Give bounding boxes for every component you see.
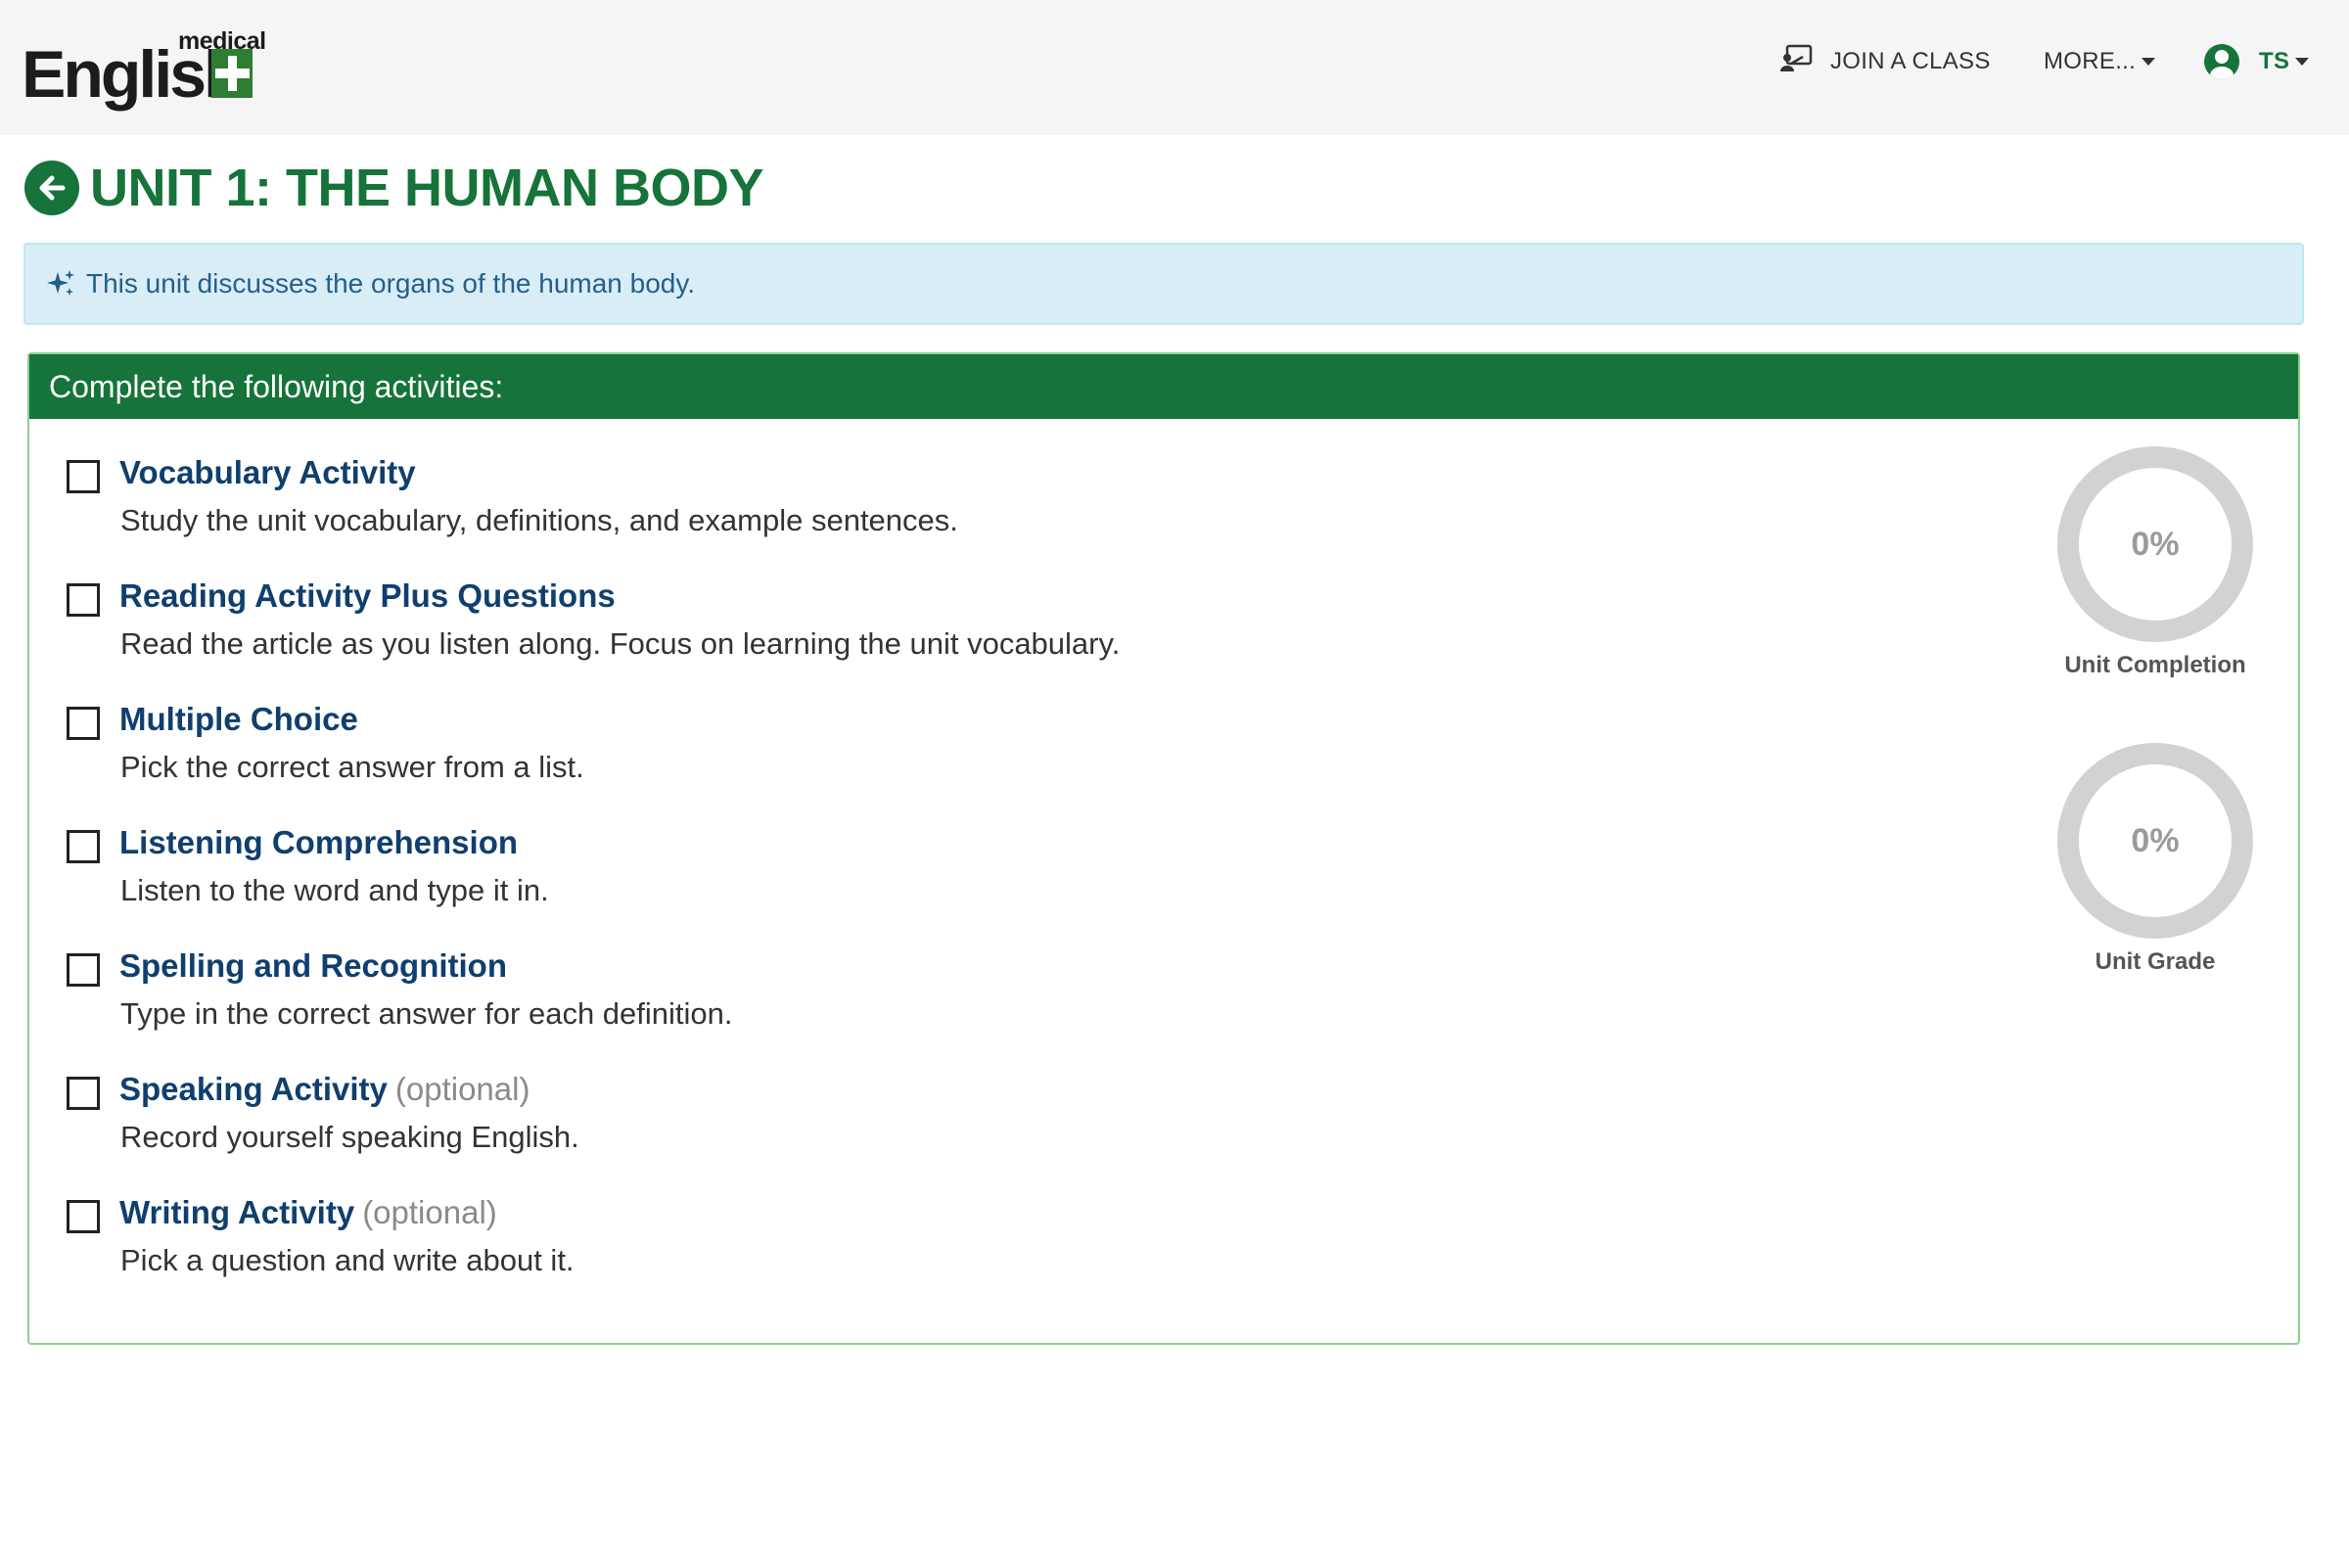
activity-description: Read the article as you listen along. Fo…: [120, 626, 1121, 661]
arrow-left-icon: [39, 175, 66, 201]
activity-checkbox[interactable]: [67, 1077, 100, 1110]
activities-panel-heading: Complete the following activities:: [29, 354, 2298, 419]
activity-description: Listen to the word and type it in.: [120, 873, 549, 907]
activity-link-spelling[interactable]: Spelling and Recognition: [119, 947, 515, 985]
activity-link-listening[interactable]: Listening Comprehension: [119, 824, 526, 861]
caret-down-icon: [2142, 58, 2156, 66]
user-menu[interactable]: TS: [2204, 39, 2310, 84]
join-class-label: JOIN A CLASS: [1830, 48, 1991, 74]
activity-item-spelling: Spelling and Recognition Type in the cor…: [67, 947, 1633, 1055]
user-circle-icon: [2204, 44, 2239, 79]
page-title: UNIT 1: THE HUMAN BODY: [90, 159, 764, 217]
unit-grade-label: Unit Grade: [2095, 948, 2216, 975]
activity-link-reading[interactable]: Reading Activity Plus Questions: [119, 577, 623, 615]
activity-link-vocabulary[interactable]: Vocabulary Activity: [119, 454, 424, 491]
chalkboard-teacher-icon: [1779, 44, 1813, 80]
more-dropdown[interactable]: MORE...: [2044, 39, 2156, 84]
activity-checkbox[interactable]: [67, 460, 100, 493]
gauge-ring: 0%: [2057, 743, 2253, 939]
unit-completion-value: 0%: [2131, 525, 2180, 563]
gauge-ring: 0%: [2057, 446, 2253, 642]
activity-description: Type in the correct answer for each defi…: [120, 996, 733, 1031]
medical-plus-icon: [211, 49, 253, 98]
activity-link-multiple-choice[interactable]: Multiple Choice: [119, 701, 366, 738]
activity-item-multiple-choice: Multiple Choice Pick the correct answer …: [67, 701, 1633, 808]
more-label: MORE...: [2044, 48, 2137, 74]
activities-panel: Complete the following activities: Vocab…: [27, 352, 2300, 1345]
activity-description: Pick a question and write about it.: [120, 1243, 575, 1277]
activity-checkbox[interactable]: [67, 583, 100, 617]
activity-description: Study the unit vocabulary, definitions, …: [120, 503, 958, 537]
activity-link-speaking[interactable]: Speaking Activity (optional): [119, 1071, 530, 1108]
activity-description: Pick the correct answer from a list.: [120, 750, 584, 784]
top-navbar: medical English JOIN A CLASS MORE... TS: [0, 0, 2349, 135]
join-class-link[interactable]: JOIN A CLASS: [1779, 39, 1991, 84]
user-initials: TS: [2259, 48, 2290, 74]
activity-item-vocabulary: Vocabulary Activity Study the unit vocab…: [67, 454, 1633, 562]
unit-grade-value: 0%: [2131, 821, 2180, 859]
activity-item-speaking: Speaking Activity (optional) Record yours…: [67, 1071, 1633, 1178]
activity-item-listening: Listening Comprehension Listen to the wo…: [67, 824, 1633, 932]
activity-description: Record yourself speaking English.: [120, 1120, 579, 1154]
unit-completion-label: Unit Completion: [2064, 652, 2246, 678]
activity-link-writing[interactable]: Writing Activity (optional): [119, 1194, 497, 1231]
logo-english-text: English: [22, 37, 245, 112]
activity-checkbox[interactable]: [67, 707, 100, 740]
activity-item-writing: Writing Activity (optional) Pick a questi…: [67, 1194, 1633, 1302]
back-button[interactable]: [24, 161, 79, 215]
activity-checkbox[interactable]: [67, 953, 100, 987]
activity-checkbox[interactable]: [67, 830, 100, 863]
sparkle-icon: [47, 270, 74, 296]
activity-checkbox[interactable]: [67, 1200, 100, 1233]
medical-english-logo[interactable]: medical English: [22, 27, 266, 115]
unit-description-alert: This unit discusses the organs of the hu…: [23, 243, 2304, 325]
unit-description-text: This unit discusses the organs of the hu…: [86, 268, 696, 299]
caret-down-icon: [2295, 58, 2310, 66]
activity-item-reading: Reading Activity Plus Questions Read the…: [67, 577, 1633, 685]
